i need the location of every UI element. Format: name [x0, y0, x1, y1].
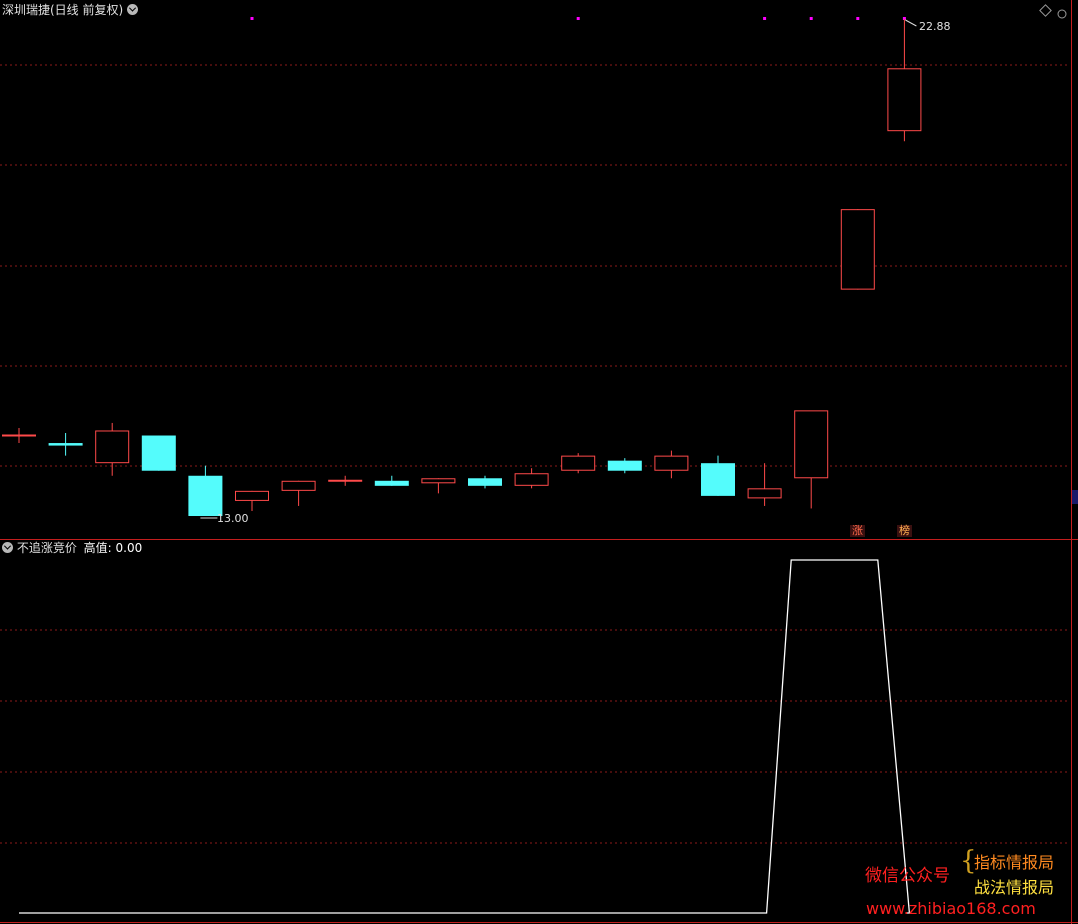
candle — [747, 463, 782, 506]
candle — [701, 455, 735, 496]
chart-settings-icon[interactable] — [1057, 4, 1067, 19]
candle — [48, 432, 83, 456]
candle — [281, 480, 316, 506]
candle-body — [374, 480, 409, 486]
watermark-title-top: 指标情报局 — [974, 853, 1055, 872]
candle-body — [747, 488, 782, 499]
candle-body — [188, 475, 223, 516]
candle — [654, 450, 689, 479]
candle — [374, 475, 409, 486]
signal-marker — [763, 17, 767, 20]
chevron-down-icon[interactable] — [2, 542, 13, 553]
candle — [468, 475, 502, 489]
indicator-panel-header: 不追涨竞价 高值: 0.00 — [2, 541, 142, 555]
candle — [607, 458, 642, 474]
watermark-title-bottom: 战法情报局 — [974, 878, 1055, 897]
indicator-series-label: 高值: — [83, 541, 112, 555]
main-panel-title: 深圳瑞捷(日线 前复权) — [2, 3, 124, 17]
signal-marker — [576, 17, 580, 20]
indicator-name: 不追涨竞价 — [16, 541, 77, 555]
candle-body — [887, 68, 922, 132]
candle — [794, 410, 829, 509]
candle-body — [48, 443, 83, 446]
candle — [328, 475, 363, 486]
candle — [141, 435, 176, 471]
candle-body — [281, 480, 316, 491]
limit-up-badge[interactable]: 涨 — [850, 525, 865, 537]
indicator-series-value: 0.00 — [115, 541, 143, 555]
candle — [2, 427, 36, 444]
candle-body — [561, 455, 596, 471]
watermark-url: www.zhibiao168.com — [866, 899, 1036, 918]
main-panel-header: 深圳瑞捷(日线 前复权) — [2, 3, 139, 17]
candle — [235, 490, 269, 511]
candlestick-series[interactable] — [2, 19, 922, 516]
candle — [840, 209, 875, 290]
indicator-series-line — [19, 559, 911, 914]
candle-body — [421, 478, 456, 484]
candle-body — [607, 460, 642, 471]
candle-body — [141, 435, 176, 471]
candle-body — [654, 455, 689, 471]
chevron-down-icon[interactable] — [127, 4, 139, 15]
high-price-label: 22.88 — [919, 20, 951, 33]
chart-canvas — [0, 0, 1078, 924]
candle — [421, 478, 456, 494]
signal-marker — [250, 17, 254, 20]
candle — [887, 19, 922, 142]
signal-marker — [809, 17, 813, 20]
dragon-tiger-badge[interactable]: 榜 — [897, 525, 912, 537]
candle-body — [468, 478, 502, 486]
candle-body — [794, 410, 829, 479]
axis-marker — [1072, 490, 1078, 504]
candle-body — [514, 473, 549, 486]
low-price-label: 13.00 — [217, 512, 249, 525]
watermark-wechat-label: 微信公众号 — [865, 866, 950, 886]
candle — [514, 468, 549, 489]
candle-body — [701, 463, 735, 496]
candle — [561, 453, 596, 474]
candle-body — [95, 430, 130, 464]
candle-body — [840, 209, 875, 290]
signal-markers — [250, 17, 906, 20]
candle — [188, 465, 223, 516]
candle-body — [235, 490, 269, 501]
signal-marker — [856, 17, 860, 20]
indicator-line — [19, 559, 911, 914]
high-arrow — [905, 19, 917, 27]
candle — [95, 422, 130, 476]
